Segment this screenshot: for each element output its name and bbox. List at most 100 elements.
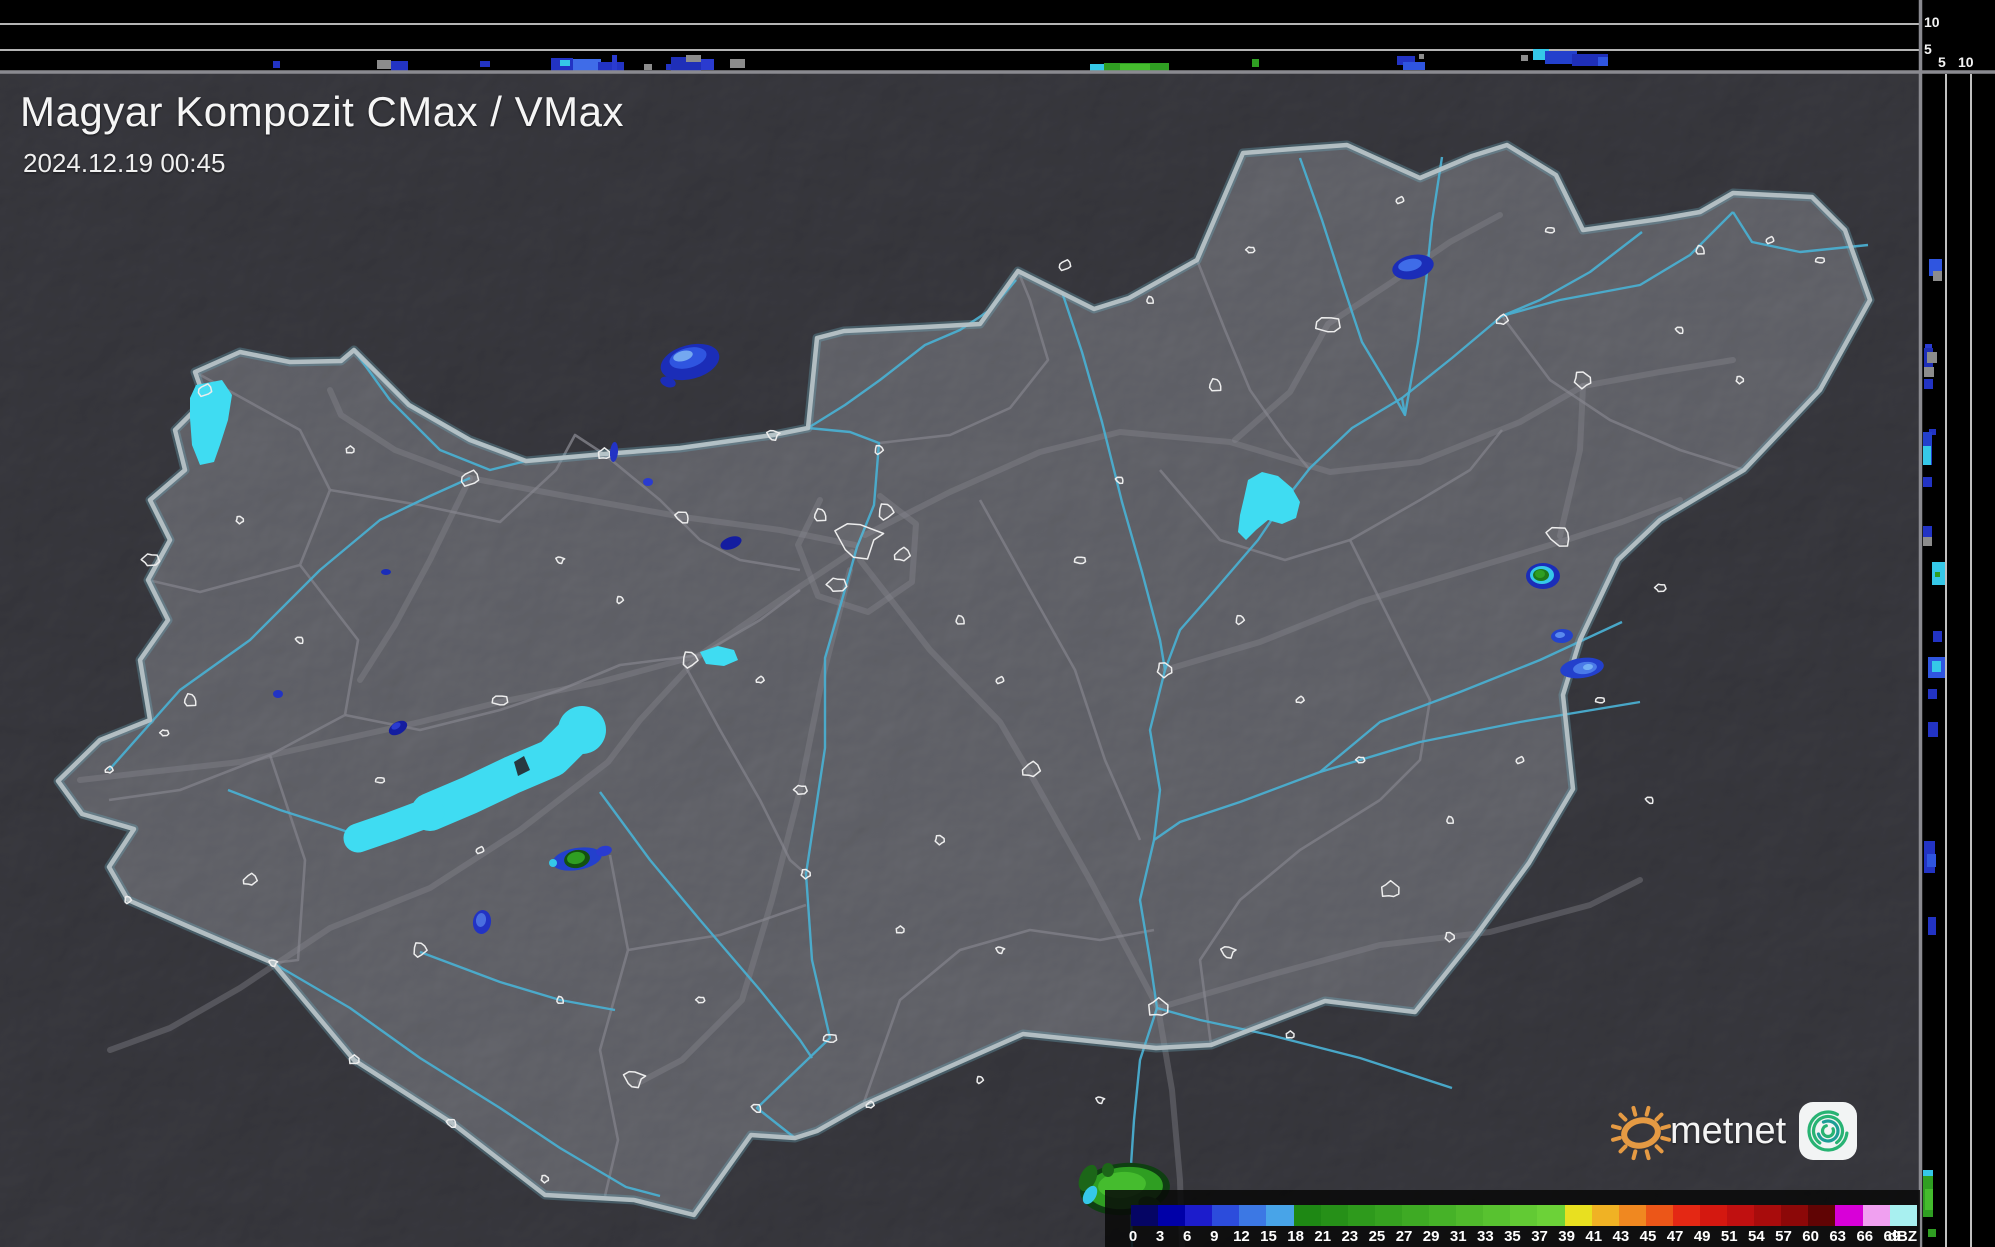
legend-tick-value: 49 xyxy=(1693,1228,1711,1245)
profile-echo xyxy=(1935,572,1940,577)
profile-echo xyxy=(1598,57,1608,66)
city-outline xyxy=(955,614,965,625)
profile-echo xyxy=(273,61,280,68)
legend-tick-value: 23 xyxy=(1341,1228,1359,1245)
legend-tick-value: 9 xyxy=(1210,1228,1219,1245)
sun-ray xyxy=(1631,1149,1638,1161)
legend-tick-value: 6 xyxy=(1183,1228,1192,1245)
legend-tick-value: 31 xyxy=(1449,1228,1467,1245)
profile-echo xyxy=(1933,631,1942,642)
profile-echo xyxy=(1090,64,1104,71)
sun-ray xyxy=(1611,1135,1622,1142)
legend-unit-label: dBZ xyxy=(1887,1228,1917,1245)
city-outline xyxy=(1814,257,1826,264)
city-outline xyxy=(374,777,386,784)
profile-echo xyxy=(1928,917,1936,935)
profile-echo xyxy=(1419,54,1424,59)
legend-tick-value: 25 xyxy=(1368,1228,1386,1245)
page-title: Magyar Kompozit CMax / VMax xyxy=(20,88,625,135)
sun-icon xyxy=(1610,1105,1672,1161)
radar-echo xyxy=(1526,563,1560,589)
city-outline xyxy=(491,695,509,706)
brand-name: metnet xyxy=(1670,1109,1787,1152)
sun-ray xyxy=(1610,1124,1622,1131)
profile-echo xyxy=(560,60,570,66)
right-profile-panel xyxy=(1920,0,1995,1247)
legend-tick-value: 45 xyxy=(1639,1228,1657,1245)
city-outline xyxy=(1446,815,1454,824)
legend-tick-labels: 0 3 6 9 12 15 18 21 23 25 27 29 31 33 35 37 39 41 43 45 47 49… xyxy=(1105,1190,1920,1247)
legend-tick-value: 35 xyxy=(1504,1228,1521,1245)
legend-tick-value: 33 xyxy=(1477,1228,1494,1245)
radar-echo xyxy=(273,690,283,698)
profile-echo xyxy=(1928,1229,1936,1237)
legend-tick-value: 27 xyxy=(1395,1228,1413,1245)
city-outline xyxy=(1146,295,1154,304)
sun-ray xyxy=(1654,1112,1664,1122)
top-profile-panel xyxy=(0,0,1920,71)
profile-echo xyxy=(1923,537,1932,546)
profile-echo xyxy=(1923,526,1932,537)
city-outline xyxy=(822,1033,838,1043)
profile-echo xyxy=(686,55,701,62)
profile-echo xyxy=(1924,379,1933,389)
city-outline xyxy=(1073,556,1087,565)
right-axis-label-5: 5 xyxy=(1938,54,1946,70)
radar-map-scene xyxy=(0,0,1995,1247)
legend-tick-value: 51 xyxy=(1720,1228,1738,1245)
city-outline xyxy=(1544,227,1556,234)
legend-tick-value: 3 xyxy=(1155,1228,1165,1245)
legend-tick-value: 47 xyxy=(1666,1228,1684,1245)
legend-tick-value: 12 xyxy=(1233,1228,1250,1245)
legend-tick-value: 15 xyxy=(1260,1228,1277,1245)
sun-ray xyxy=(1618,1144,1628,1154)
profile-echo xyxy=(1923,1170,1933,1177)
profile-echo xyxy=(1928,689,1937,699)
profile-echo xyxy=(480,61,490,67)
legend-tick-value: 21 xyxy=(1314,1228,1332,1245)
legend-tick-value: 37 xyxy=(1531,1228,1548,1245)
legend-tick-value: 66 xyxy=(1856,1228,1874,1245)
sun-ray xyxy=(1660,1135,1672,1142)
profile-echo xyxy=(377,60,391,69)
sun-ray xyxy=(1631,1105,1638,1117)
profile-echo xyxy=(1925,1189,1933,1210)
profile-echo xyxy=(1120,64,1150,70)
sun-ray xyxy=(1644,1149,1651,1161)
profile-echo xyxy=(1924,367,1934,377)
radar-composite-app: Magyar Kompozit CMax / VMax 2024.12.19 0… xyxy=(0,0,1995,1247)
profile-echo xyxy=(612,55,617,71)
city-outline xyxy=(1594,697,1606,704)
profile-echo xyxy=(1252,59,1259,67)
top-axis-label-10: 10 xyxy=(1924,14,1940,30)
city-outline xyxy=(1314,317,1341,333)
profile-echo xyxy=(1928,722,1938,737)
top-panel-bg xyxy=(0,0,1920,71)
profile-echo xyxy=(701,59,714,70)
radar-echo xyxy=(381,569,391,575)
profile-echo xyxy=(1923,446,1931,465)
profile-echo xyxy=(730,59,745,68)
legend-tick-value: 54 xyxy=(1748,1228,1765,1245)
timestamp: 2024.12.19 00:45 xyxy=(23,148,226,178)
legend-tick-value: 60 xyxy=(1802,1228,1819,1245)
map-canvas xyxy=(0,72,1920,1247)
legend-tick-value: 41 xyxy=(1585,1228,1603,1245)
sun-ray xyxy=(1660,1124,1671,1131)
right-axis-label-10: 10 xyxy=(1958,54,1974,70)
profile-echo xyxy=(1927,854,1936,867)
metnet-app-icon xyxy=(1799,1102,1858,1160)
metnet-logo: metnet xyxy=(1608,1096,1858,1166)
profile-echo xyxy=(1521,55,1528,61)
legend-tick-value: 18 xyxy=(1287,1228,1304,1245)
profile-echo xyxy=(666,64,671,70)
profile-echo xyxy=(1933,271,1942,281)
profile-echo xyxy=(598,62,624,71)
legend-tick-value: 63 xyxy=(1829,1228,1847,1245)
legend-tick-value: 39 xyxy=(1558,1228,1575,1245)
reflectivity-legend: 0 3 6 9 12 15 18 21 23 25 27 29 31 33 35 37 39 41 43 45 47 49… xyxy=(1105,1190,1920,1247)
profile-echo xyxy=(1923,477,1932,487)
legend-tick-value: 29 xyxy=(1422,1228,1440,1245)
sun-ray xyxy=(1618,1112,1628,1122)
profile-echo xyxy=(1932,661,1941,672)
